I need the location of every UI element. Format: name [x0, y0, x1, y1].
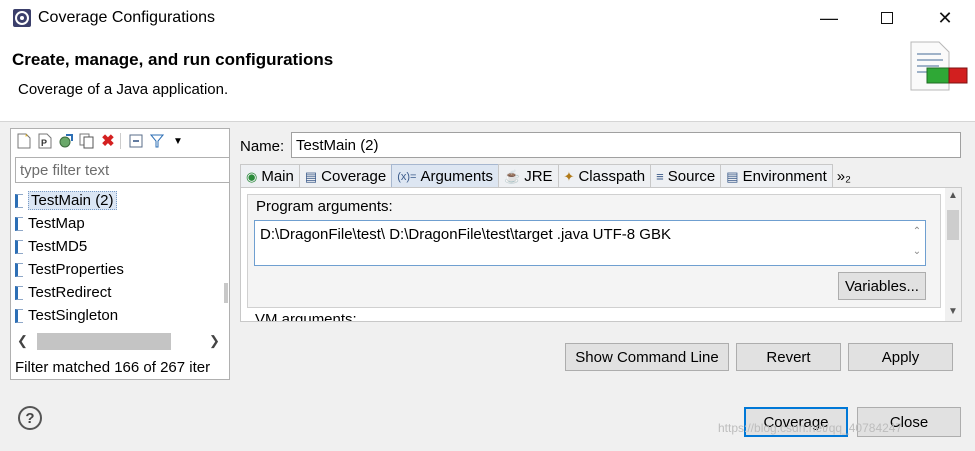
eclipse-app-icon [13, 9, 31, 27]
tree-toolbar: * P ✖ ▼ [11, 129, 229, 153]
maximize-icon [881, 12, 893, 24]
window-title: Coverage Configurations [38, 9, 215, 26]
tab-environment[interactable]: ▤ Environment [720, 164, 833, 188]
tabs-overflow-label: »₂ [836, 167, 851, 185]
svg-text:*: * [25, 134, 28, 141]
help-glyph: ? [25, 409, 35, 427]
scroll-left-arrow-icon[interactable]: ❮ [17, 333, 28, 349]
editor-vertical-scrollbar[interactable]: ▲ ▼ [945, 188, 961, 321]
tab-label: JRE [524, 168, 553, 185]
tabs-overflow-button[interactable]: »₂ [832, 164, 856, 188]
tab-source[interactable]: ≡ Source [650, 164, 722, 188]
header-description: Coverage of a Java application. [18, 81, 229, 98]
header-title: Create, manage, and run configurations [12, 50, 334, 69]
tree-horizontal-scrollbar[interactable]: ❮ ❯ [11, 331, 229, 353]
tab-label: Coverage [321, 168, 387, 185]
list-item-testmd5[interactable]: TestMD5 [15, 235, 221, 258]
tab-arguments[interactable]: (x)= Arguments [391, 164, 499, 188]
program-arguments-field[interactable] [254, 220, 926, 266]
filter-input[interactable] [15, 157, 229, 183]
arguments-tab-icon: (x)= [397, 170, 417, 183]
separator [120, 133, 124, 149]
new-prototype-icon[interactable]: P [36, 132, 54, 150]
filter-status: Filter matched 166 of 267 iter [15, 359, 211, 376]
tab-label: Main [261, 168, 294, 185]
watermark: https://blog.csdn.net/qq_40784247 [718, 421, 903, 435]
show-command-line-button[interactable]: Show Command Line [565, 343, 729, 371]
minimize-icon: — [820, 7, 838, 28]
view-menu-icon[interactable]: ▼ [169, 132, 187, 150]
title-bar: Coverage Configurations — ✕ [0, 0, 975, 36]
tree-vertical-scrollbar[interactable] [223, 189, 229, 337]
tab-label: Arguments [420, 168, 493, 185]
coverage-tab-icon: ▤ [304, 168, 318, 184]
scrollbar-thumb[interactable] [224, 283, 228, 303]
list-item-testredirect[interactable]: TestRedirect [15, 281, 221, 304]
scroll-up-arrow-icon[interactable]: ⌃ [910, 222, 924, 242]
scroll-down-arrow-icon[interactable]: ⌄ [910, 242, 924, 262]
tab-label: Classpath [578, 168, 646, 185]
list-item-testmap[interactable]: TestMap [15, 212, 221, 235]
new-configuration-icon[interactable]: * [15, 132, 33, 150]
jre-tab-icon: ☕ [504, 168, 521, 184]
apply-button[interactable]: Apply [848, 343, 953, 371]
tab-classpath[interactable]: ✦ Classpath [557, 164, 652, 188]
classpath-tab-icon: ✦ [563, 168, 575, 184]
scroll-right-arrow-icon[interactable]: ❯ [209, 333, 220, 349]
tab-coverage[interactable]: ▤ Coverage [298, 164, 393, 188]
name-label: Name: [240, 138, 285, 155]
environment-tab-icon: ▤ [726, 168, 739, 184]
variables-button[interactable]: Variables... [838, 272, 926, 300]
close-icon: ✕ [937, 7, 953, 28]
name-field[interactable] [291, 132, 961, 158]
collapse-all-icon[interactable] [127, 132, 145, 150]
maximize-button[interactable] [858, 0, 916, 36]
scroll-up-arrow-icon[interactable]: ▲ [945, 190, 961, 201]
main-tab-icon: ◉ [246, 168, 258, 184]
arguments-scrollbar[interactable]: ⌃ ⌄ [910, 222, 924, 264]
list-item-testproperties[interactable]: TestProperties [15, 258, 221, 281]
java-file-icon [15, 285, 23, 300]
help-icon[interactable]: ? [18, 406, 42, 430]
scroll-down-arrow-icon[interactable]: ▼ [945, 306, 961, 317]
java-file-icon [15, 216, 23, 231]
editor-tabs: ◉ Main ▤ Coverage (x)= Arguments ☕ JRE ✦… [240, 164, 970, 188]
tab-jre[interactable]: ☕ JRE [498, 164, 559, 188]
list-item-label: TestMD5 [28, 238, 88, 255]
scrollbar-thumb[interactable] [947, 210, 959, 240]
export-icon[interactable] [57, 132, 75, 150]
java-file-icon [15, 193, 23, 208]
source-tab-icon: ≡ [656, 169, 664, 184]
configuration-tree-panel: * P ✖ ▼ TestMain (2) TestMap [10, 128, 230, 380]
list-item-testsingleton[interactable]: TestSingleton [15, 304, 221, 327]
java-file-icon [15, 239, 23, 254]
list-item-testmain-2[interactable]: TestMain (2) [15, 189, 221, 212]
coverage-banner-icon [910, 41, 968, 91]
configuration-list: TestMain (2) TestMap TestMD5 TestPropert… [15, 189, 221, 327]
list-item-label: TestSingleton [28, 307, 119, 324]
program-arguments-label: Program arguments: [256, 198, 393, 215]
dialog-header: Create, manage, and run configurations C… [0, 36, 975, 122]
list-item-label: TestRedirect [28, 284, 112, 301]
tab-main[interactable]: ◉ Main [240, 164, 300, 188]
revert-button[interactable]: Revert [736, 343, 841, 371]
duplicate-icon[interactable] [78, 132, 96, 150]
list-item-label: TestProperties [28, 261, 124, 278]
delete-icon[interactable]: ✖ [99, 132, 117, 150]
minimize-button[interactable]: — [800, 0, 858, 36]
tab-label: Environment [742, 168, 827, 185]
list-item-label: TestMap [28, 215, 85, 232]
close-window-button[interactable]: ✕ [916, 0, 974, 36]
java-file-icon [15, 262, 23, 277]
list-item-label: TestMain (2) [28, 191, 117, 210]
java-file-icon [15, 308, 23, 323]
vm-arguments-label: VM arguments: [255, 311, 357, 322]
svg-text:P: P [41, 138, 47, 148]
scrollbar-thumb[interactable] [37, 333, 171, 350]
tab-label: Source [667, 168, 716, 185]
arguments-tab-content: Program arguments: ⌃ ⌄ Variables... VM a… [240, 187, 962, 322]
program-arguments-group: Program arguments: ⌃ ⌄ Variables... [247, 194, 941, 308]
filter-icon[interactable] [148, 132, 166, 150]
